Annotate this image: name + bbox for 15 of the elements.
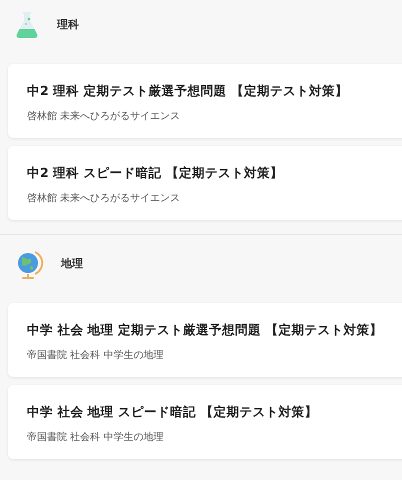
- course-title: 中学 社会 地理 定期テスト厳選予想問題 【定期テスト対策】: [27, 321, 384, 339]
- course-publisher: 啓林館 未来へひろがるサイエンス: [27, 110, 182, 124]
- course-publisher: 帝国書院 社会科 中学生の地理: [27, 348, 164, 363]
- course-publisher: 啓林館 未来へひろがるサイエンス: [27, 192, 182, 206]
- course-card[interactable]: 中学 社会 地理 スピード暗記 【定期テスト対策】 帝国書院 社会科 中学生の地理: [8, 385, 402, 459]
- course-card[interactable]: 中2 理科 スピード暗記 【定期テスト対策】 啓林館 未来へひろがるサイエンス: [8, 146, 402, 220]
- course-card[interactable]: 中学 社会 地理 定期テスト厳選予想問題 【定期テスト対策】 帝国書院 社会科 中学生の地理: [8, 303, 402, 377]
- course-title: 中学 社会 地理 スピード暗記 【定期テスト対策】: [27, 403, 318, 421]
- section-title: 理科: [57, 16, 79, 33]
- course-title: 中2 理科 定期テスト厳選予想問題 【定期テスト対策】: [27, 82, 349, 100]
- course-publisher: 帝国書院 社会科 中学生の地理: [27, 430, 164, 445]
- flask-icon: [14, 10, 40, 40]
- course-title: 中2 理科 スピード暗記 【定期テスト対策】: [27, 164, 284, 182]
- section-title: 地理: [61, 256, 83, 272]
- course-card[interactable]: 中2 理科 定期テスト厳選予想問題 【定期テスト対策】 啓林館 未来へひろがるサイエンス: [8, 64, 402, 138]
